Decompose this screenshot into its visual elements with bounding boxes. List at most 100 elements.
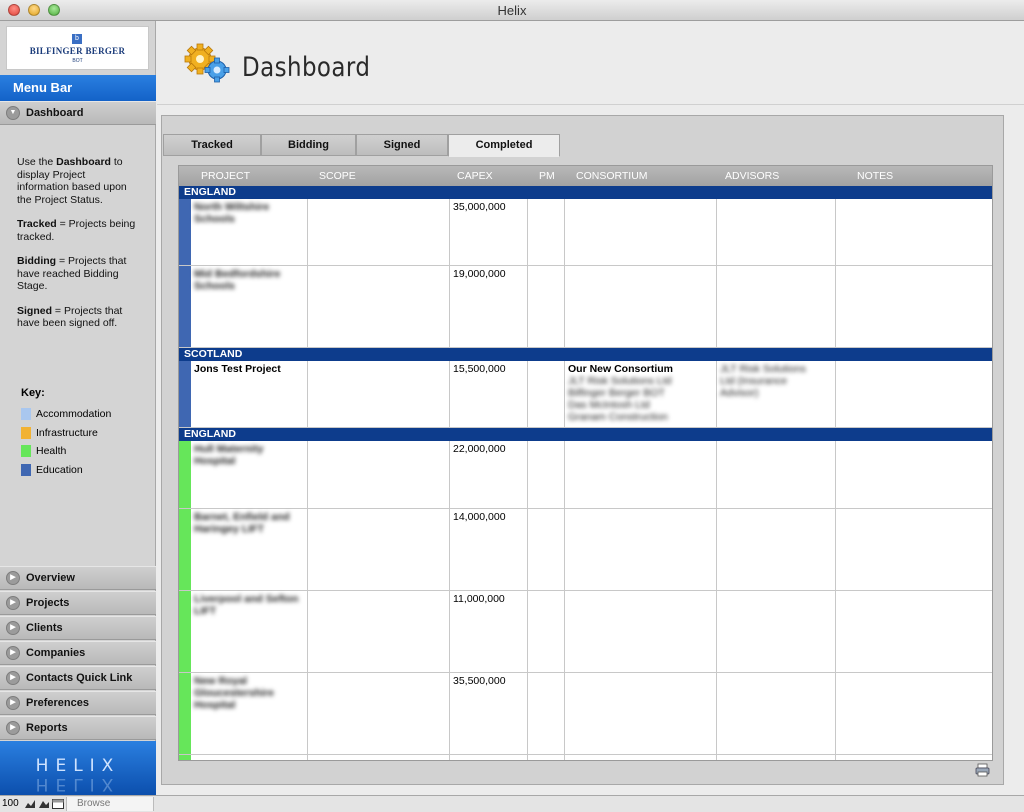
table-row[interactable]: Mid Bedfordshire Schools 19,000,000 <box>179 266 992 348</box>
category-color-bar <box>179 199 191 266</box>
column-divider <box>527 673 528 755</box>
capex-value: 14,000,000 <box>453 511 506 523</box>
column-divider <box>835 361 836 428</box>
column-header-consortium[interactable]: CONSORTIUM <box>576 166 648 186</box>
chevron-right-icon: ▶ <box>6 671 20 685</box>
column-divider <box>527 266 528 348</box>
column-divider <box>527 441 528 509</box>
sidebar-item-label: Overview <box>26 572 75 584</box>
project-name[interactable]: New Royal Gloucestershire Hospital <box>194 675 299 711</box>
column-divider <box>449 509 450 591</box>
region-header-scotland: SCOTLAND <box>179 348 992 361</box>
dashboard-panel: Tracked Bidding Signed Completed PROJECT SCO… <box>161 115 1004 785</box>
column-divider <box>449 361 450 428</box>
column-header-scope[interactable]: SCOPE <box>319 166 356 186</box>
column-divider <box>527 755 528 760</box>
project-name[interactable]: Barnet, Enfield and Haringey LIFT <box>194 511 299 535</box>
window-titlebar: Helix <box>0 0 1024 21</box>
table-row[interactable]: North Wiltshire Schools 35,000,000 <box>179 199 992 266</box>
column-divider <box>527 361 528 428</box>
column-divider <box>527 509 528 591</box>
column-header-capex[interactable]: CAPEX <box>457 166 493 186</box>
project-name[interactable]: Jons Test Project <box>194 363 299 375</box>
column-divider <box>307 361 308 428</box>
column-divider <box>307 509 308 591</box>
column-divider <box>716 755 717 760</box>
column-divider <box>835 199 836 266</box>
column-header-notes[interactable]: NOTES <box>857 166 893 186</box>
column-divider <box>449 591 450 673</box>
projects-table: PROJECT SCOPE CAPEX PM CONSORTIUM ADVISORS NOT… <box>178 165 993 761</box>
column-divider <box>307 266 308 348</box>
table-row[interactable]: Liverpool and Sefton LIFT 11,000,000 <box>179 591 992 673</box>
column-divider <box>564 361 565 428</box>
consortium-member: JLT Risk Solutions Ltd <box>568 375 672 387</box>
sidebar: b BILFINGER BERGER BOT Menu Bar ▼ Dashbo… <box>0 21 156 795</box>
sidebar-item-contacts-quick-link[interactable]: ▶ Contacts Quick Link <box>0 666 156 690</box>
column-divider <box>716 199 717 266</box>
column-header-pm[interactable]: PM <box>539 166 555 186</box>
project-name[interactable]: North Wiltshire Schools <box>194 201 299 225</box>
column-divider <box>835 441 836 509</box>
tab-tracked[interactable]: Tracked <box>163 134 261 156</box>
tab-bidding[interactable]: Bidding <box>261 134 356 156</box>
chevron-down-icon: ▼ <box>6 106 20 120</box>
zoom-level[interactable]: 100 <box>2 796 19 812</box>
column-divider <box>716 591 717 673</box>
category-color-bar <box>179 755 191 760</box>
sidebar-item-reports[interactable]: ▶ Reports <box>0 716 156 740</box>
table-row[interactable]: Barnet, Enfield and Haringey LIFT 14,000,… <box>179 509 992 591</box>
project-name[interactable]: Mid Bedfordshire Schools <box>194 268 299 292</box>
sidebar-item-preferences[interactable]: ▶ Preferences <box>0 691 156 715</box>
advisor-text: Advisor) <box>720 387 759 399</box>
print-icon[interactable] <box>975 763 990 777</box>
sidebar-item-label: Companies <box>26 647 86 659</box>
advisor-text: JLT Risk Solutions <box>720 363 806 375</box>
column-divider <box>527 199 528 266</box>
mode-indicator: Browse <box>66 797 154 811</box>
column-divider <box>716 266 717 348</box>
key-item-accommodation: Accommodation <box>21 407 111 421</box>
sidebar-item-projects[interactable]: ▶ Projects <box>0 591 156 615</box>
column-divider <box>307 755 308 760</box>
column-divider <box>835 509 836 591</box>
page-title: Dashboard <box>242 52 371 83</box>
column-divider <box>564 673 565 755</box>
sidebar-item-label: Clients <box>26 622 63 634</box>
sidebar-item-clients[interactable]: ▶ Clients <box>0 616 156 640</box>
column-divider <box>564 199 565 266</box>
region-header-england: ENGLAND <box>179 428 992 441</box>
key-label: Accommodation <box>36 408 112 420</box>
consortium-name[interactable]: Our New Consortium <box>568 363 673 375</box>
row-divider <box>179 754 992 755</box>
project-name[interactable]: Hull Maternity Hospital <box>194 443 299 467</box>
category-color-bar <box>179 441 191 509</box>
project-name[interactable]: Liverpool and Sefton LIFT <box>194 593 299 617</box>
key-swatch <box>21 426 31 439</box>
consortium-member: Bilfinger Berger BOT <box>568 387 665 399</box>
table-row[interactable]: Hull Maternity Hospital 22,000,000 <box>179 441 992 509</box>
sidebar-item-companies[interactable]: ▶ Companies <box>0 641 156 665</box>
logo-subtext: BOT <box>72 58 83 64</box>
capex-value: 11,000,000 <box>453 593 505 605</box>
zoom-out-icon[interactable] <box>24 799 36 809</box>
column-header-advisors[interactable]: ADVISORS <box>725 166 779 186</box>
column-divider <box>564 266 565 348</box>
column-divider <box>835 591 836 673</box>
column-divider <box>716 361 717 428</box>
zoom-in-icon[interactable] <box>38 799 50 809</box>
sidebar-item-dashboard[interactable]: ▼ Dashboard <box>0 101 156 125</box>
table-row[interactable]: Jons Test Project 15,500,000 Our New Conso… <box>179 361 992 428</box>
key-item-health: Health <box>21 444 66 458</box>
tab-completed[interactable]: Completed <box>448 134 560 157</box>
chevron-right-icon: ▶ <box>6 596 20 610</box>
chevron-right-icon: ▶ <box>6 571 20 585</box>
status-toggle-icon[interactable] <box>52 799 64 809</box>
logo-mark: b <box>72 34 82 44</box>
column-header-project[interactable]: PROJECT <box>201 166 250 186</box>
sidebar-item-label: Dashboard <box>26 107 84 119</box>
table-row[interactable]: New Royal Gloucestershire Hospital 35,500… <box>179 673 992 755</box>
tab-signed[interactable]: Signed <box>356 134 448 156</box>
column-divider <box>307 199 308 266</box>
sidebar-item-overview[interactable]: ▶ Overview <box>0 566 156 590</box>
